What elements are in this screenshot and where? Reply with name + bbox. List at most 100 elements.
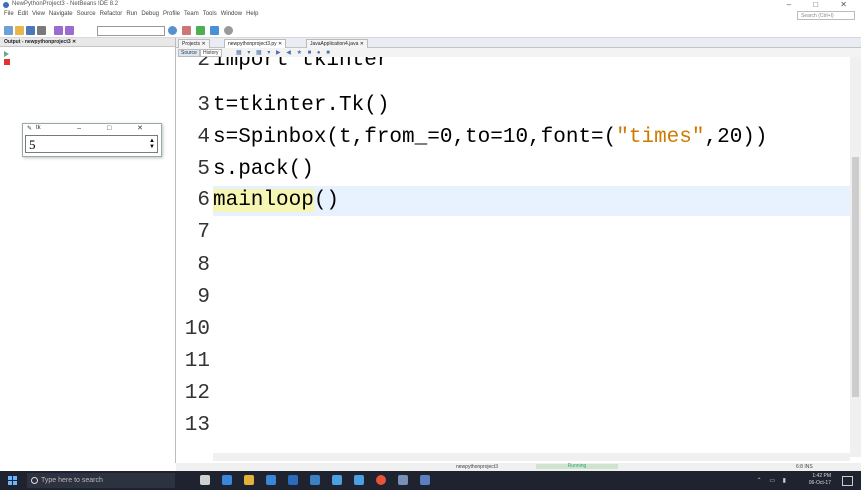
code-token: () [313, 189, 340, 212]
status-project: newpythonproject3 [456, 464, 498, 470]
tab-javaapplication4-java[interactable]: JavaApplication4.java ✕ [306, 39, 368, 48]
new-project-icon[interactable] [4, 26, 13, 35]
output-panel: Output - newpythonproject3 ✕ [0, 38, 176, 463]
highlighted-identifier: mainloop [213, 189, 314, 212]
menu-window[interactable]: Window [221, 11, 242, 17]
run-progress[interactable]: Running [536, 464, 618, 469]
menu-run[interactable]: Run [126, 11, 137, 17]
clock-date: 06-Oct-17 [808, 480, 831, 486]
tk-window: ✎ tk – □ ✕ 5 ▲ ▼ [22, 123, 162, 157]
menu-tools[interactable]: Tools [203, 11, 217, 17]
history-button[interactable]: History [200, 49, 222, 57]
taskbar-search[interactable]: Type here to search [27, 473, 175, 488]
tab-newpythonproject3-py[interactable]: newpythonproject3.py ✕ [224, 39, 287, 48]
editor-toolbar: Source History ▦ ▾ ▦ ▾ ▶ ◀ ★ ■ ● ■ [176, 48, 861, 57]
save-all-icon[interactable] [37, 26, 46, 35]
stop-icon[interactable] [4, 59, 10, 65]
window-titlebar: NewPythonProject3 - NetBeans IDE 8.2 – □… [0, 0, 861, 11]
line-number: 13 [184, 414, 210, 437]
system-tray-icons[interactable]: ⌃ ▭ ▮ [757, 477, 789, 484]
menu-profile[interactable]: Profile [163, 11, 180, 17]
build-icon[interactable] [168, 26, 177, 35]
menu-bar: File Edit View Navigate Source Refactor Run Deb… [0, 11, 861, 22]
main-toolbar [0, 23, 861, 38]
tk-window-controls[interactable]: – □ ✕ [77, 124, 155, 132]
menu-view[interactable]: View [32, 11, 45, 17]
line-number: 12 [184, 382, 210, 405]
editor-action-icons[interactable]: ▦ ▾ ▦ ▾ ▶ ◀ ★ ■ ● ■ [236, 49, 332, 56]
app-icon[interactable] [354, 475, 364, 485]
taskbar-search-placeholder: Type here to search [41, 477, 103, 484]
python-icon[interactable] [332, 475, 342, 485]
code-line[interactable]: s=Spinbox(t,from_=0,to=10,font=("times",… [213, 122, 768, 154]
menu-source[interactable]: Source [77, 11, 96, 17]
search-input[interactable]: Search (Ctrl+I) [797, 11, 855, 20]
edge-browser-icon[interactable] [222, 475, 232, 485]
chrome-icon[interactable] [376, 475, 386, 485]
rerun-icon[interactable] [4, 51, 9, 57]
netbeans-taskbar-icon[interactable] [420, 475, 430, 485]
source-button[interactable]: Source [178, 49, 200, 57]
app-icon[interactable] [398, 475, 408, 485]
menu-refactor[interactable]: Refactor [100, 11, 123, 17]
scrollbar-thumb[interactable] [852, 157, 859, 397]
horizontal-scrollbar[interactable] [213, 453, 850, 461]
run-icon[interactable] [196, 26, 205, 35]
vertical-scrollbar[interactable] [850, 57, 861, 457]
line-number: 10 [184, 318, 210, 341]
line-number: 6 [197, 189, 210, 212]
line-number: 11 [184, 350, 210, 373]
open-project-icon[interactable] [26, 26, 35, 35]
redo-icon[interactable] [65, 26, 74, 35]
notifications-icon[interactable] [842, 476, 853, 486]
editor-tab-bar: Projects ✕ newpythonproject3.py ✕ JavaAp… [176, 38, 861, 48]
insert-mode: INS [804, 464, 813, 470]
clean-build-icon[interactable] [182, 26, 191, 35]
line-number: 5 [197, 158, 210, 181]
debug-icon[interactable] [210, 26, 219, 35]
menu-team[interactable]: Team [184, 11, 199, 17]
clock-time: 1:42 PM [812, 473, 831, 479]
menu-navigate[interactable]: Navigate [49, 11, 73, 17]
tab-projects[interactable]: Projects ✕ [178, 39, 210, 48]
app-icon[interactable] [310, 475, 320, 485]
cortana-icon [31, 477, 38, 484]
start-button-icon[interactable] [8, 476, 17, 485]
code-line[interactable]: import tkinter [213, 57, 389, 77]
spinbox[interactable]: 5 ▲ ▼ [25, 135, 158, 153]
config-dropdown[interactable] [97, 26, 165, 36]
line-number: 7 [197, 221, 210, 244]
caret-position-value: 6:8 [796, 464, 803, 470]
taskbar-clock[interactable]: 1:42 PM 06-Oct-17 [809, 473, 831, 487]
tk-titlebar: ✎ tk – □ ✕ [23, 124, 161, 134]
code-line[interactable]: s.pack() [213, 154, 314, 186]
spinbox-value[interactable]: 5 [29, 137, 36, 153]
line-number: 3 [197, 94, 210, 117]
task-view-icon[interactable] [200, 475, 210, 485]
code-line[interactable]: mainloop() [213, 185, 339, 217]
menu-debug[interactable]: Debug [141, 11, 159, 17]
menu-edit[interactable]: Edit [18, 11, 28, 17]
line-number: 4 [197, 126, 210, 149]
tk-window-title: tk [36, 125, 41, 131]
line-number-gutter: 2 3 4 5 6 7 8 9 10 11 12 13 [176, 57, 213, 457]
word-icon[interactable] [288, 475, 298, 485]
feather-icon: ✎ [27, 126, 33, 132]
status-bar: newpythonproject3 Running 6:8 INS [176, 463, 861, 471]
code-line[interactable]: t=tkinter.Tk() [213, 90, 389, 122]
line-number: 2 [197, 57, 210, 72]
file-explorer-icon[interactable] [244, 475, 254, 485]
menu-help[interactable]: Help [246, 11, 258, 17]
new-file-icon[interactable] [15, 26, 24, 35]
window-title: NewPythonProject3 - NetBeans IDE 8.2 [12, 1, 119, 7]
menu-file[interactable]: File [4, 11, 14, 17]
window-controls[interactable]: – □ ✕ [787, 0, 857, 9]
string-literal: "times" [616, 126, 705, 149]
store-icon[interactable] [266, 475, 276, 485]
code-editor[interactable]: import tkinter t=tkinter.Tk() s=Spinbox(… [213, 57, 850, 457]
spinbox-arrows-icon[interactable]: ▲ ▼ [149, 138, 155, 150]
line-number: 8 [197, 254, 210, 277]
undo-icon[interactable] [54, 26, 63, 35]
profile-icon[interactable] [224, 26, 233, 35]
output-tab[interactable]: Output - newpythonproject3 ✕ [0, 38, 175, 47]
